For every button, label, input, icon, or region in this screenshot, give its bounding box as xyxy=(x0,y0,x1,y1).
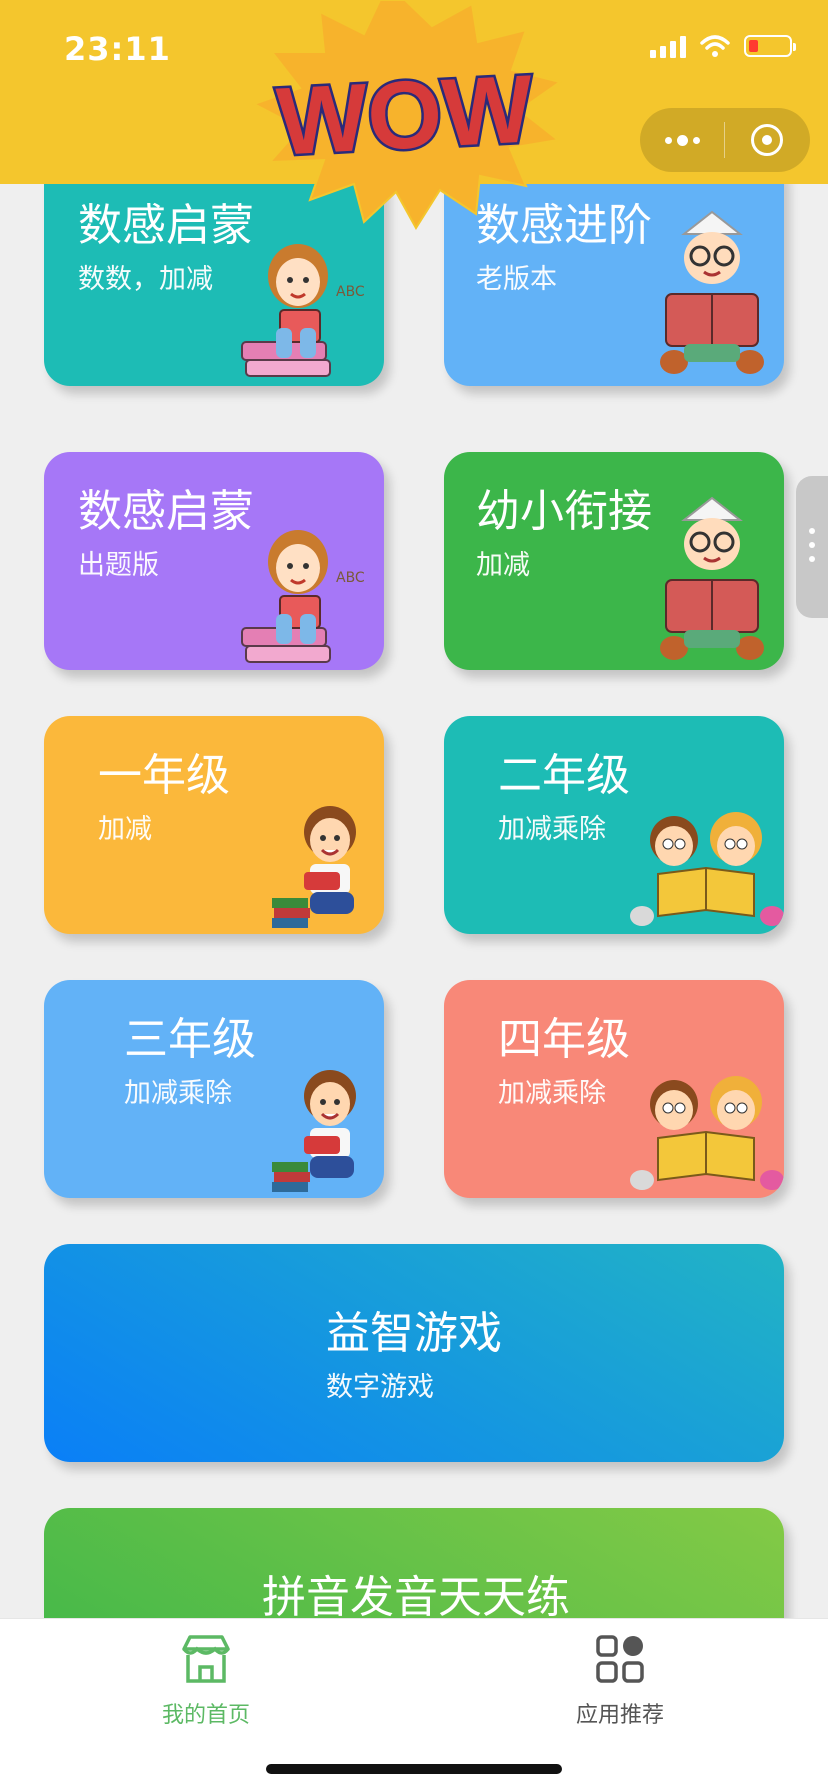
tab-app-recommend[interactable]: 应用推荐 xyxy=(520,1631,720,1729)
card-title: 二年级 xyxy=(498,750,630,801)
card-subtitle: 加减 xyxy=(476,550,530,581)
card-subtitle: 数字游戏 xyxy=(326,1372,434,1403)
card-title: 一年级 xyxy=(98,750,230,801)
card-subtitle: 加减乘除 xyxy=(498,1078,606,1109)
card-title: 三年级 xyxy=(124,1014,256,1065)
card-puzzle-games[interactable]: 益智游戏 数字游戏 xyxy=(44,1244,784,1462)
card-subtitle: 加减 xyxy=(98,814,152,845)
card-title: 幼小衔接 xyxy=(476,486,652,537)
card-grade-2[interactable]: 二年级 加减乘除 xyxy=(444,716,784,934)
wow-burst-logo: WOW xyxy=(251,0,563,230)
girl-reading-book-icon: ABC xyxy=(241,244,365,377)
status-icons xyxy=(650,34,796,58)
home-icon xyxy=(182,1635,230,1683)
svg-text:ABC: ABC xyxy=(336,284,365,300)
tab-app-recommend-label: 应用推荐 xyxy=(575,1703,664,1728)
status-time: 23:11 xyxy=(64,30,171,68)
two-kids-reading-icon xyxy=(630,1076,784,1190)
wifi-icon xyxy=(700,35,730,57)
card-subtitle: 老版本 xyxy=(476,264,557,295)
card-grade-3[interactable]: 三年级 加减乘除 xyxy=(44,980,384,1198)
card-grade-1[interactable]: 一年级 加减 xyxy=(44,716,384,934)
battery-icon xyxy=(744,35,796,57)
card-title: 益智游戏 xyxy=(326,1308,502,1359)
girl-reading-book-icon: ABC xyxy=(241,530,365,663)
boy-with-books-icon xyxy=(272,806,356,928)
tab-home-label: 我的首页 xyxy=(161,1703,250,1728)
card-subtitle: 加减乘除 xyxy=(124,1078,232,1109)
card-title: 四年级 xyxy=(498,1014,630,1065)
more-menu-button[interactable] xyxy=(640,108,724,172)
card-title: 数感启蒙 xyxy=(78,200,254,251)
svg-text:ABC: ABC xyxy=(336,570,365,586)
card-subtitle: 数数，加减 xyxy=(78,264,213,295)
card-grade-4[interactable]: 四年级 加减乘除 xyxy=(444,980,784,1198)
apps-grid-icon xyxy=(596,1635,644,1683)
card-subtitle: 出题版 xyxy=(78,550,159,581)
card-title: 拼音发音天天练 xyxy=(262,1572,570,1623)
card-title: 数感启蒙 xyxy=(78,486,254,537)
tab-home[interactable]: 我的首页 xyxy=(106,1631,306,1729)
boy-reading-book-icon xyxy=(660,496,764,660)
card-youxiao-xianjie[interactable]: 幼小衔接 加减 xyxy=(444,452,784,670)
side-drawer-handle[interactable] xyxy=(796,476,828,618)
card-list: 数感启蒙 数数，加减 ABC 数感进阶 老版本 数感启蒙 出题版 ABC 幼小衔… xyxy=(0,0,828,1792)
close-program-button[interactable] xyxy=(725,108,809,172)
signal-icon xyxy=(650,34,686,58)
wow-logo-text: WOW xyxy=(274,55,536,175)
two-kids-reading-icon xyxy=(630,812,784,926)
mini-program-capsule xyxy=(640,108,810,172)
boy-with-books-icon xyxy=(272,1070,356,1192)
card-subtitle: 加减乘除 xyxy=(498,814,606,845)
boy-reading-book-icon xyxy=(660,210,764,374)
card-shugan-qimeng-chuti[interactable]: 数感启蒙 出题版 ABC xyxy=(44,452,384,670)
home-indicator[interactable] xyxy=(266,1764,562,1774)
